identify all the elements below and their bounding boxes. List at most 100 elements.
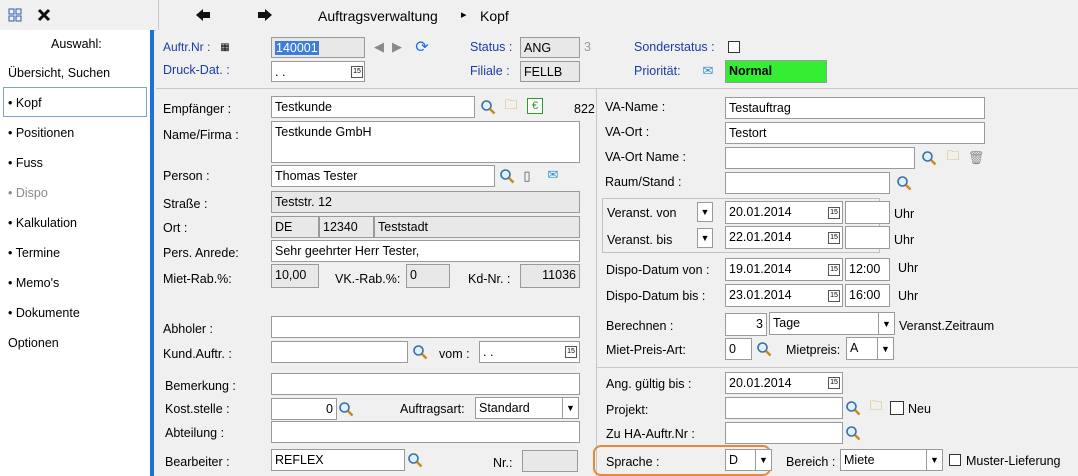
grid-icon[interactable] (6, 6, 24, 24)
nr-field[interactable] (522, 450, 578, 472)
calendar-icon[interactable]: 15 (351, 66, 363, 78)
chevron-down-icon[interactable]: ▼ (562, 398, 578, 418)
ang-gueltig-field[interactable]: 20.01.2014 (725, 372, 843, 394)
bemerkung-field[interactable] (271, 373, 580, 395)
person-field[interactable]: Thomas Tester (271, 165, 495, 187)
arrow-right-icon[interactable] (255, 5, 275, 25)
calendar-icon[interactable]: 15 (828, 377, 840, 389)
vaort-field[interactable]: Testort (725, 122, 985, 144)
calendar-icon[interactable]: 15 (565, 346, 577, 358)
abholer-field[interactable] (271, 316, 580, 338)
previous-record-icon[interactable]: ◀ (372, 39, 386, 55)
strasse-field[interactable]: Teststr. 12 (271, 191, 580, 213)
kundauftr-field[interactable] (271, 341, 408, 363)
sidebar-item-optionen[interactable]: Optionen (8, 336, 59, 350)
auftr-nr-field[interactable]: 140001 (271, 37, 365, 58)
search-icon[interactable] (756, 341, 772, 357)
berechnen-number[interactable]: 3 (725, 313, 767, 336)
vkrab-field[interactable]: 0 (406, 264, 450, 288)
land-field[interactable]: DE (271, 216, 319, 238)
chevron-down-icon[interactable]: ▼ (878, 313, 894, 334)
search-icon[interactable] (921, 150, 937, 166)
search-icon[interactable] (845, 425, 861, 441)
bereich-label: Bereich : (786, 455, 836, 469)
next-record-icon[interactable]: ▶ (390, 39, 404, 55)
veranst-bis-time[interactable] (845, 226, 890, 249)
dispo-von-time[interactable]: 12:00 (845, 258, 890, 281)
refresh-icon[interactable]: ⟳ (413, 38, 431, 56)
sidebar-item-termine[interactable]: • Termine (8, 246, 60, 260)
kdnr-field[interactable]: 11036 (520, 264, 580, 288)
sidebar-item-memos[interactable]: • Memo's (8, 276, 59, 290)
anrede-field[interactable]: Sehr geehrter Herr Tester, (271, 240, 580, 262)
search-icon[interactable] (896, 175, 912, 191)
mail-icon[interactable]: ✉ (699, 63, 717, 78)
sidebar-accent-bar (150, 30, 154, 476)
search-icon[interactable] (338, 401, 354, 417)
search-icon[interactable] (845, 400, 861, 416)
chevron-down-icon[interactable]: ▼ (877, 338, 893, 359)
mail-icon[interactable]: ✉ (544, 167, 562, 182)
neu-checkbox[interactable] (890, 401, 904, 415)
ort-field[interactable]: Teststadt (374, 216, 580, 238)
bearbeiter-field[interactable]: REFLEX (271, 449, 405, 471)
search-icon[interactable] (480, 99, 496, 115)
folder-arrow-icon[interactable]: 🗀 (944, 148, 962, 166)
sonderstatus-label: Sonderstatus : (634, 40, 715, 54)
sidebar-item-fuss[interactable]: • Fuss (8, 156, 43, 170)
calendar-icon[interactable]: 15 (828, 264, 840, 276)
arrow-left-icon[interactable] (193, 5, 213, 25)
chevron-down-icon[interactable]: ▼ (926, 450, 942, 470)
mietrab-field[interactable]: 10,00 (271, 264, 319, 288)
prioritaet-field[interactable]: Normal (725, 60, 827, 83)
status-field[interactable]: ANG (520, 37, 580, 58)
folder-arrow-icon[interactable]: 🗀 (502, 97, 520, 115)
sidebar-item-dispo[interactable]: • Dispo (8, 186, 48, 200)
plz-field[interactable]: 12340 (319, 216, 374, 238)
abteilung-label: Abteilung : (165, 426, 225, 440)
filiale-field[interactable]: FELLB (520, 61, 580, 82)
mietpreisart-field[interactable]: 0 (725, 338, 752, 360)
empfaenger-field[interactable]: Testkunde (271, 96, 475, 118)
vaname-label: VA-Name : (605, 100, 666, 114)
name-firma-field[interactable]: Testkunde GmbH (271, 121, 580, 163)
euro-icon[interactable]: € (527, 98, 543, 114)
calculator-icon[interactable]: ▦ (219, 41, 231, 53)
chevron-down-icon[interactable]: ▼ (697, 228, 713, 248)
sidebar-item-uebersicht[interactable]: Übersicht, Suchen (8, 66, 110, 80)
berechnen-unit-select[interactable]: Tage (769, 312, 895, 335)
search-icon[interactable] (412, 344, 428, 360)
sidebar-item-kalkulation[interactable]: • Kalkulation (8, 216, 77, 230)
calendar-icon[interactable]: 15 (828, 232, 840, 244)
sidebar-item-positionen[interactable]: • Positionen (8, 126, 74, 140)
name-firma-label: Name/Firma : (163, 128, 239, 142)
veranst-bis-field[interactable]: 22.01.2014 (725, 226, 843, 249)
muster-lieferung-checkbox[interactable] (949, 454, 961, 466)
search-icon[interactable] (499, 168, 515, 184)
sidebar-item-kopf[interactable]: • Kopf (8, 96, 42, 110)
raum-field[interactable] (725, 172, 890, 194)
vaname-field[interactable]: Testauftrag (725, 97, 985, 119)
veranst-von-time[interactable] (845, 201, 890, 224)
folder-arrow-icon[interactable]: 🗀 (867, 398, 885, 416)
search-icon[interactable] (407, 452, 423, 468)
close-icon[interactable] (34, 5, 54, 25)
chevron-down-icon[interactable]: ▼ (697, 202, 713, 222)
calendar-icon[interactable]: 15 (828, 290, 840, 302)
trash-icon[interactable]: 🗑 (968, 150, 985, 166)
chevron-down-icon[interactable]: ▼ (755, 450, 771, 470)
calendar-icon[interactable]: 15 (828, 207, 840, 219)
sidebar-item-dokumente[interactable]: • Dokumente (8, 306, 80, 320)
dispo-bis-field[interactable]: 23.01.2014 (725, 284, 843, 307)
dispo-von-field[interactable]: 19.01.2014 (725, 258, 843, 281)
abteilung-field[interactable] (271, 421, 580, 443)
phone-icon[interactable]: ▯ (521, 168, 533, 184)
projekt-field[interactable] (725, 397, 843, 419)
dispo-bis-time[interactable]: 16:00 (845, 284, 890, 307)
koststelle-field[interactable]: 0 (271, 398, 337, 420)
veranst-von-field[interactable]: 20.01.2014 (725, 201, 843, 224)
vaortname-field[interactable] (725, 147, 915, 169)
zu-ha-field[interactable] (725, 422, 843, 444)
zu-ha-label: Zu HA-Auftr.Nr : (606, 427, 695, 441)
sonderstatus-checkbox[interactable] (728, 41, 740, 53)
